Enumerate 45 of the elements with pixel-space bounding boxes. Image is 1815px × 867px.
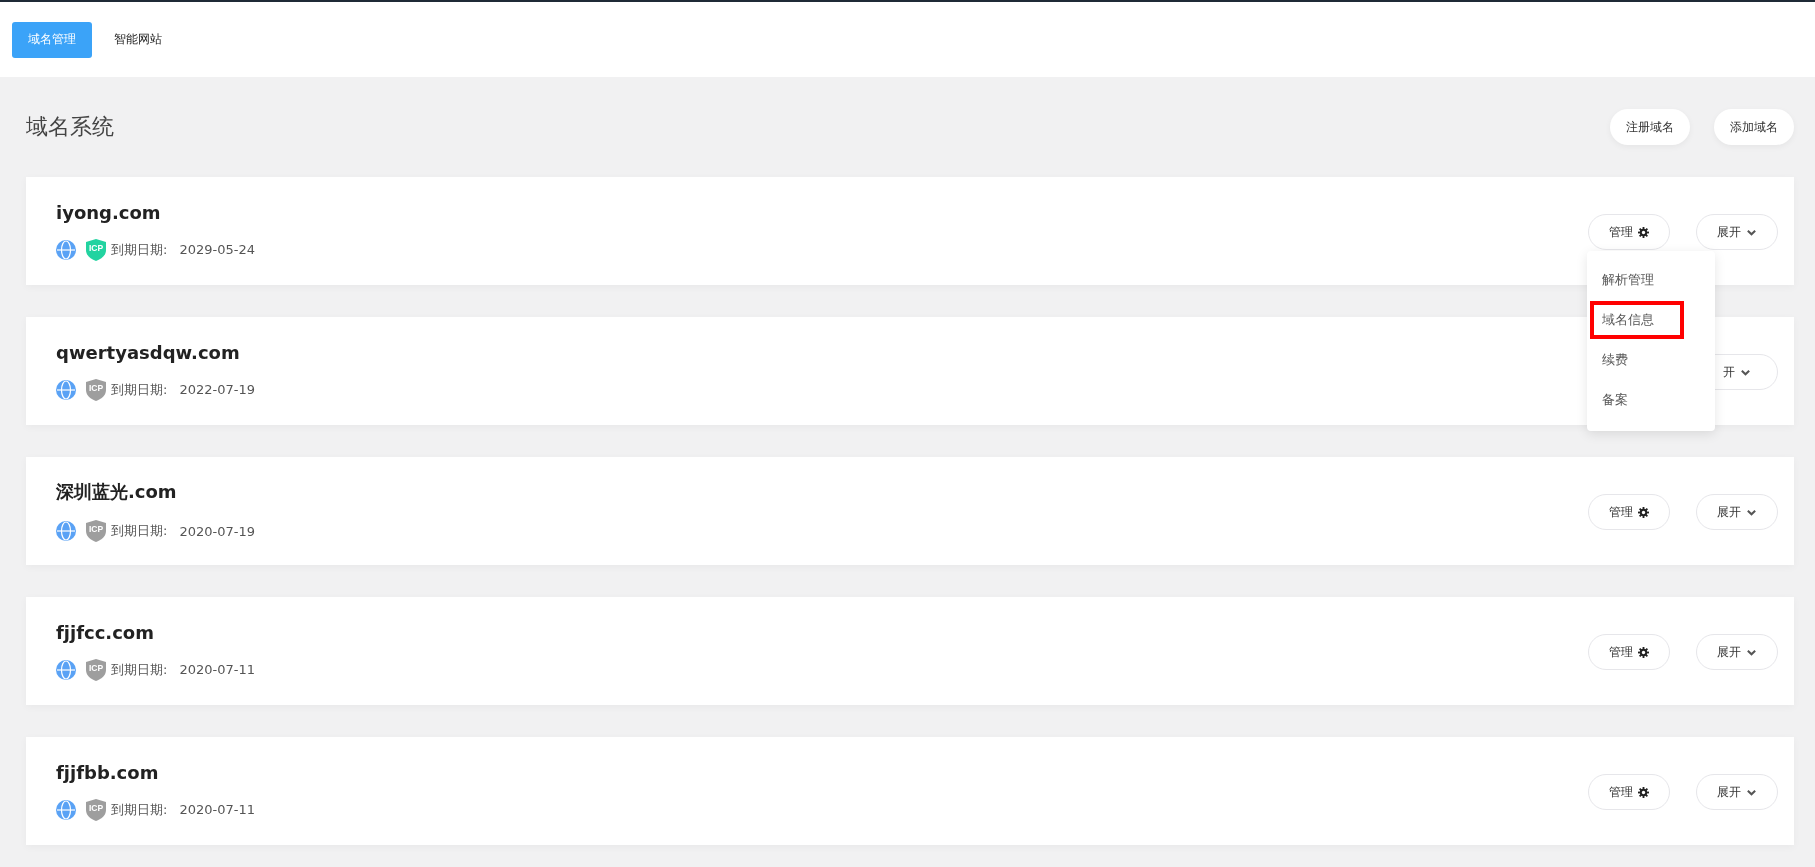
expiry-label: 到期日期: [111,240,168,259]
domain-name: 深圳蓝光.com [56,480,178,504]
icp-shield-icon: ICP [86,378,106,401]
domain-name: qwertyasdqw.com [56,341,241,363]
expiry-date: 2029-05-24 [179,242,255,257]
tab[interactable]: 智能网站 [98,21,178,58]
domain-name: fjjfcc.com [56,621,155,643]
page-title: 域名系统 [26,113,114,141]
menu-item[interactable]: 解析管理 [1590,261,1666,299]
icp-shield-icon: ICP [86,798,106,821]
manage-button[interactable]: 管理 [1588,634,1670,670]
expiry-label: 到期日期: [111,522,168,540]
globe-icon [56,799,76,820]
gear-icon [1638,646,1649,658]
gear-icon [1638,506,1649,518]
expiry-date: 2020-07-11 [179,802,255,817]
expand-button[interactable]: 展开 [1696,634,1778,670]
icp-shield-icon: ICP [86,238,106,261]
globe-icon [56,521,76,541]
expiry-date: 2022-07-19 [179,382,255,397]
icp-shield-icon: ICP [86,658,106,681]
header-button[interactable]: 添加域名 [1714,109,1794,145]
icp-shield-icon: ICP [86,520,106,542]
domain-name: iyong.com [56,201,162,223]
manage-button[interactable]: 管理 [1588,214,1670,250]
manage-button[interactable]: 管理 [1588,494,1670,530]
manage-button[interactable]: 管理 [1588,774,1670,810]
expiry-date: 2020-07-11 [179,662,255,677]
domain-name: fjjfbb.com [56,761,160,783]
header-button[interactable]: 注册域名 [1610,109,1690,145]
expiry-label: 到期日期: [111,380,168,399]
globe-icon [56,239,76,260]
gear-icon [1638,226,1649,238]
expiry-label: 到期日期: [111,660,168,679]
expand-button[interactable]: 展开 [1696,214,1778,250]
gear-icon [1638,786,1649,798]
expand-button[interactable]: 展开 [1696,774,1778,810]
menu-item[interactable]: 备案 [1590,381,1640,419]
expand-button[interactable]: 展开 [1696,494,1778,530]
menu-item[interactable]: 域名信息 [1590,301,1684,339]
menu-item[interactable]: 续费 [1590,341,1640,379]
globe-icon [56,659,76,680]
expiry-date: 2020-07-19 [179,523,255,539]
globe-icon [56,379,76,400]
expiry-label: 到期日期: [111,800,168,819]
